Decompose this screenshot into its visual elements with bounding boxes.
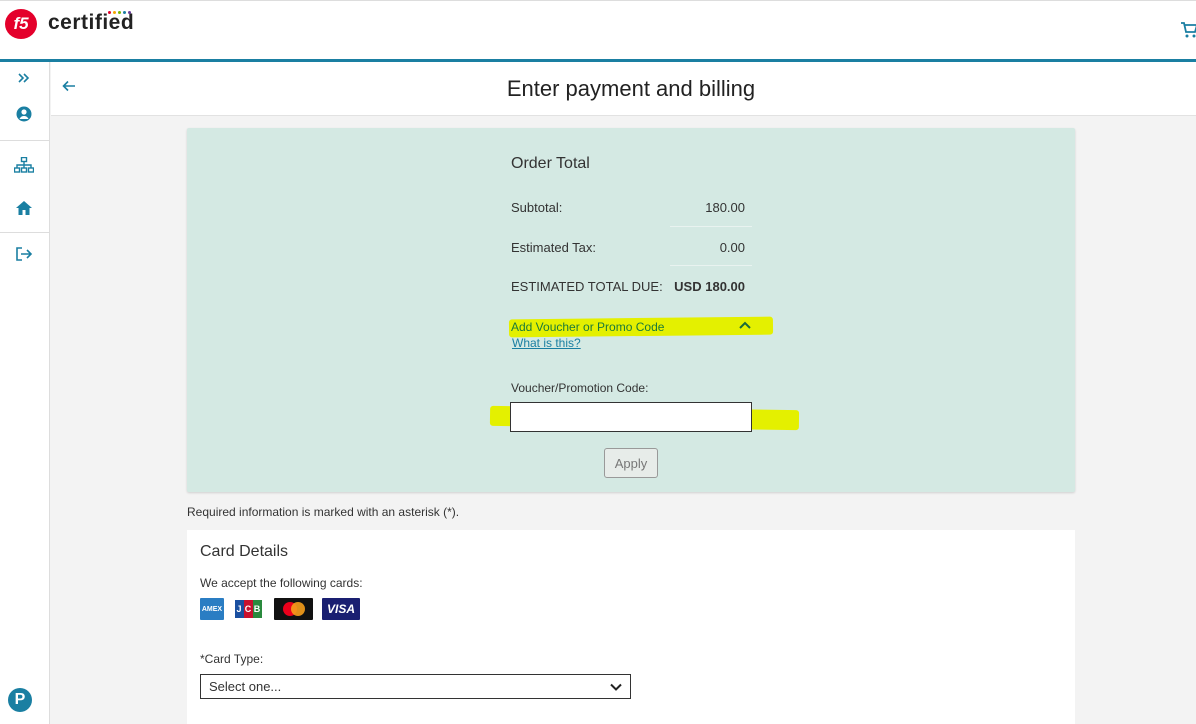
voucher-label: Voucher/Promotion Code: (511, 381, 649, 395)
subtotal-value: 180.00 (705, 200, 745, 215)
sidebar-divider (0, 232, 50, 233)
jcb-logo: JCB (233, 598, 263, 620)
cart-icon[interactable] (1180, 21, 1196, 39)
title-bar: Enter payment and billing (51, 62, 1196, 116)
order-total-panel: Order Total Subtotal: 180.00 Estimated T… (187, 128, 1075, 492)
jcb-letter: B (252, 600, 262, 618)
row-divider (670, 265, 752, 266)
expand-chevrons-icon[interactable] (12, 66, 36, 90)
subtotal-label: Subtotal: (511, 200, 563, 215)
brand-dots (108, 11, 131, 14)
card-details-title: Card Details (200, 543, 289, 560)
what-is-this-link[interactable]: What is this? (512, 336, 581, 350)
row-divider (670, 226, 752, 227)
card-type-selected: Select one... (209, 679, 282, 694)
chevron-up-icon[interactable] (738, 317, 752, 329)
sidebar: P (0, 62, 50, 724)
brand-name: certified (48, 11, 135, 34)
required-note: Required information is marked with an a… (187, 505, 460, 519)
f5-logo[interactable]: f5 (5, 9, 37, 39)
voucher-toggle[interactable]: Add Voucher or Promo Code (511, 320, 664, 334)
total-value: USD 180.00 (674, 279, 745, 294)
top-header: f5 certified (0, 0, 1196, 62)
pearson-icon[interactable]: P (8, 688, 32, 712)
page-title: Enter payment and billing (506, 76, 756, 101)
user-circle-icon[interactable] (12, 102, 36, 126)
tax-row: Estimated Tax: 0.00 (511, 240, 751, 279)
apply-button[interactable]: Apply (604, 448, 658, 478)
mastercard-logo (274, 598, 313, 620)
sign-out-icon[interactable] (12, 242, 36, 266)
chevron-down-icon (610, 679, 622, 694)
accepted-cards-text: We accept the following cards: (200, 576, 363, 590)
total-label: ESTIMATED TOTAL DUE: (511, 279, 663, 294)
card-type-label: *Card Type: (200, 652, 264, 666)
total-row: ESTIMATED TOTAL DUE: USD 180.00 (511, 279, 751, 318)
tax-label: Estimated Tax: (511, 240, 597, 255)
sidebar-divider (0, 140, 50, 141)
subtotal-row: Subtotal: 180.00 (511, 200, 751, 239)
visa-logo: VISA (322, 598, 360, 620)
tax-value: 0.00 (719, 240, 745, 255)
amex-logo: AMEX (200, 598, 224, 620)
card-details-panel: Card Details We accept the following car… (187, 530, 1075, 724)
jcb-letter: J (234, 600, 244, 618)
card-type-select[interactable]: Select one... (200, 674, 631, 699)
jcb-letter: C (243, 600, 253, 618)
sitemap-icon[interactable] (12, 153, 36, 177)
home-icon[interactable] (12, 196, 36, 220)
voucher-code-input[interactable] (510, 402, 752, 432)
order-total-title: Order Total (511, 155, 590, 172)
